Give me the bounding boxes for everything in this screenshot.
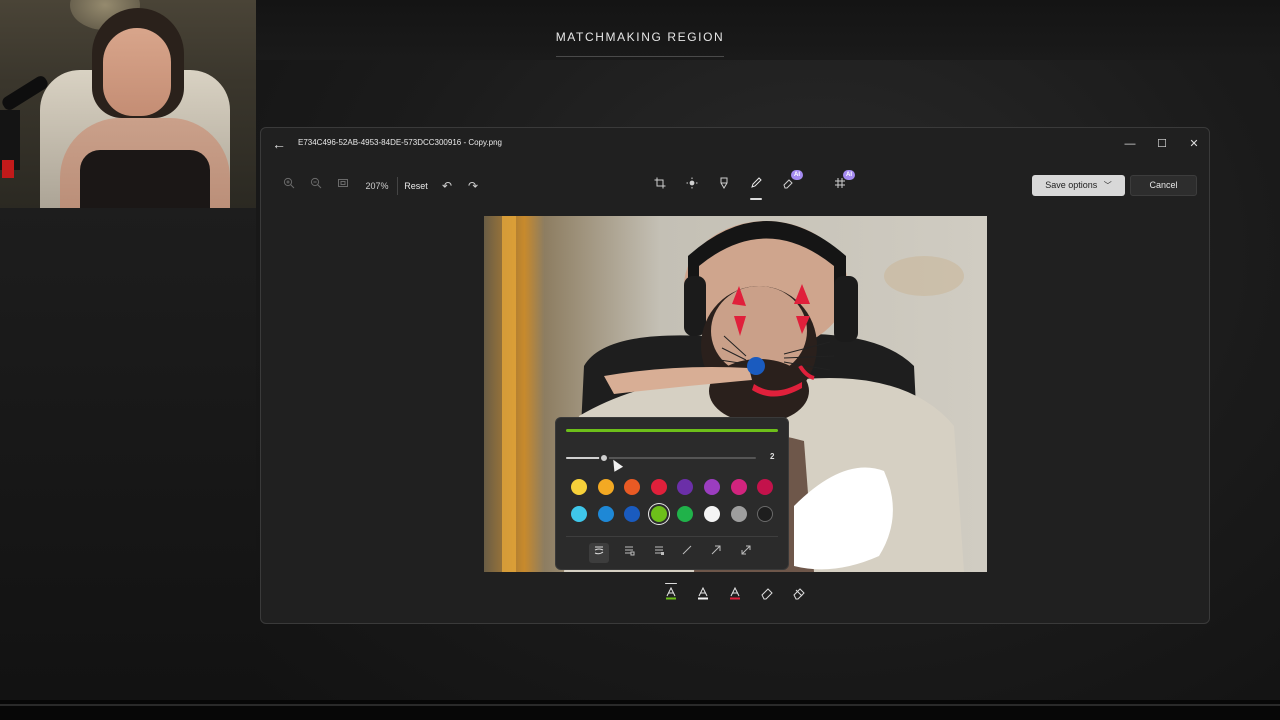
erase-ai-icon[interactable]: AI: [779, 170, 803, 196]
pen-size-slider[interactable]: [566, 453, 756, 463]
game-background-left: [0, 208, 256, 700]
zoom-out-icon[interactable]: [307, 176, 325, 196]
markup-icon[interactable]: [715, 176, 733, 196]
close-icon[interactable]: ✕: [1182, 134, 1206, 154]
pen-3-icon[interactable]: [725, 586, 745, 606]
fit-to-window-icon[interactable]: [334, 176, 352, 196]
color-swatch[interactable]: [571, 506, 587, 522]
redo-icon[interactable]: ↷: [465, 176, 481, 196]
color-swatch[interactable]: [597, 506, 614, 522]
eraser-icon[interactable]: [757, 586, 777, 606]
minimize-icon[interactable]: —: [1118, 134, 1142, 154]
draw-icon[interactable]: [747, 176, 765, 196]
undo-icon[interactable]: ↶: [439, 176, 455, 196]
bottom-divider: [0, 704, 1280, 706]
crop-icon[interactable]: [651, 176, 669, 196]
title-bar: ← E734C496-52AB-4953-84DE-573DCC300916 -…: [261, 128, 1209, 160]
color-swatch[interactable]: [704, 479, 720, 495]
pen-2-icon[interactable]: [693, 586, 713, 606]
pen-size-value: 2: [770, 452, 775, 461]
maximize-icon[interactable]: ☐: [1150, 134, 1174, 154]
ai-badge: AI: [791, 170, 803, 180]
stroke-preview: [566, 429, 778, 432]
ai-badge: AI: [843, 170, 855, 180]
calligraphy-pen-icon[interactable]: [619, 543, 639, 563]
highlighter-icon[interactable]: [649, 543, 669, 563]
double-arrow-icon[interactable]: [736, 543, 756, 563]
pen-options-flyout: 2: [555, 417, 789, 570]
arrow-icon[interactable]: [706, 543, 726, 563]
clear-all-icon[interactable]: [789, 586, 809, 606]
flyout-divider: [566, 536, 778, 537]
bottom-bar: [0, 700, 1280, 720]
color-swatch[interactable]: [757, 506, 774, 522]
background-ai-icon[interactable]: AI: [831, 170, 855, 196]
color-swatch[interactable]: [624, 506, 641, 522]
color-swatch[interactable]: [597, 479, 614, 495]
arrow-left-icon[interactable]: ←: [271, 136, 287, 152]
file-name: E734C496-52AB-4953-84DE-573DCC300916 - C…: [298, 138, 502, 147]
color-swatch[interactable]: [650, 479, 667, 495]
zoom-level[interactable]: 207%: [361, 176, 393, 196]
color-swatch[interactable]: [757, 479, 774, 495]
line-icon[interactable]: [677, 543, 697, 563]
region-title: MATCHMAKING REGION: [555, 30, 725, 44]
color-swatch[interactable]: [677, 479, 694, 495]
color-swatch[interactable]: [624, 479, 641, 495]
color-swatch[interactable]: [730, 479, 747, 495]
color-swatch[interactable]: [571, 479, 587, 495]
active-tool-indicator: [750, 198, 762, 200]
zoom-in-icon[interactable]: [280, 176, 298, 196]
active-pen-indicator: [665, 583, 677, 584]
color-swatch[interactable]: [704, 506, 720, 522]
cancel-button[interactable]: Cancel: [1130, 175, 1197, 196]
save-options-label: Save options: [1045, 180, 1098, 190]
color-swatch[interactable]: [730, 506, 747, 522]
webcam-overlay: [0, 0, 256, 208]
color-swatch[interactable]: [650, 506, 667, 522]
color-swatch[interactable]: [677, 506, 694, 522]
region-title-underline: [556, 56, 724, 57]
pen-1-icon[interactable]: [661, 586, 681, 606]
chevron-down-icon: ﹀: [1103, 181, 1112, 190]
brightness-icon[interactable]: [683, 176, 701, 196]
save-options-button[interactable]: Save options ﹀: [1032, 175, 1125, 196]
toolbar-separator: [397, 177, 398, 195]
pen-icon[interactable]: [589, 543, 609, 563]
photo-editor-window: ← E734C496-52AB-4953-84DE-573DCC300916 -…: [260, 127, 1210, 624]
reset-button[interactable]: Reset: [402, 176, 430, 196]
